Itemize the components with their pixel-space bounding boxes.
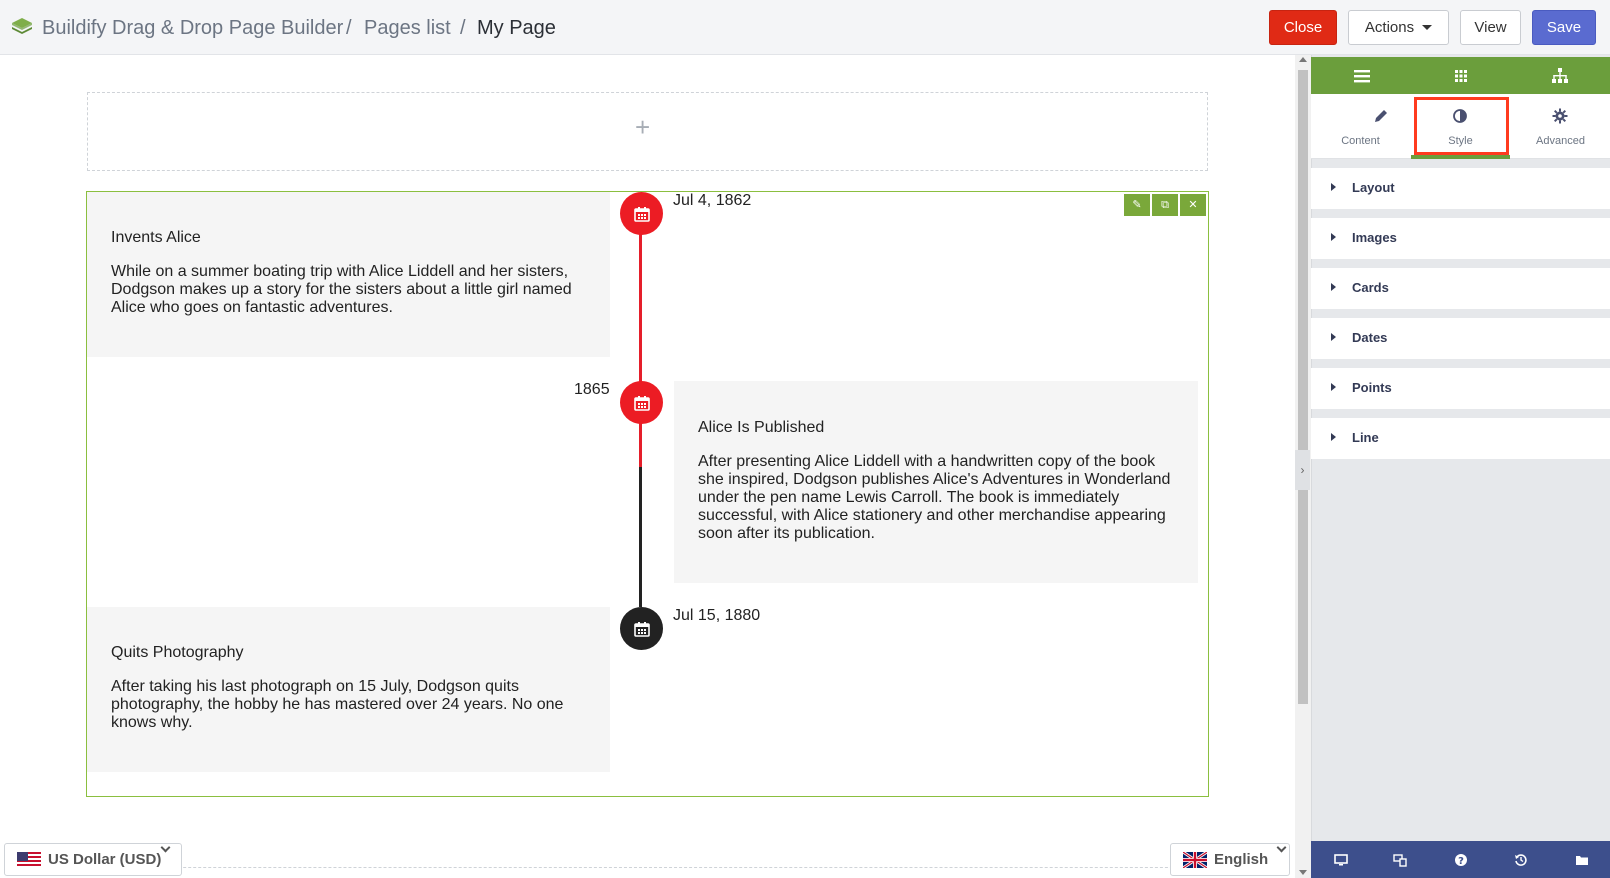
section-layout-label: Layout (1352, 180, 1395, 195)
caret-right-icon (1331, 183, 1336, 191)
menu-icon[interactable] (1353, 67, 1371, 85)
calendar-icon (633, 395, 650, 411)
section-images-label: Images (1352, 230, 1397, 245)
edit-widget-pencil-icon[interactable]: ✎ (1124, 194, 1150, 216)
breadcrumb-pages-list[interactable]: Pages list (364, 16, 451, 40)
help-icon[interactable]: ? (1454, 853, 1468, 867)
section-layout[interactable]: Layout (1311, 168, 1610, 209)
breadcrumb-current-page: My Page (477, 17, 556, 39)
timeline-line-progress (639, 234, 642, 467)
section-line-label: Line (1352, 430, 1379, 445)
caret-right-icon (1331, 233, 1336, 241)
save-button-label: Save (1546, 19, 1582, 36)
widget-edit-toolbar: ✎ ⧉ ✕ (1124, 194, 1206, 216)
uk-flag-icon (1183, 852, 1207, 868)
chevron-down-icon (1276, 842, 1287, 853)
actions-button-label: Actions (1364, 19, 1415, 36)
chevron-right-icon: › (1300, 463, 1305, 477)
svg-text:?: ? (1458, 856, 1464, 867)
tab-content-label: Content (1341, 135, 1380, 147)
timeline-date: Jul 4, 1862 (673, 192, 752, 209)
timeline-line (639, 467, 642, 607)
section-dates[interactable]: Dates (1311, 318, 1610, 359)
save-button[interactable]: Save (1532, 10, 1596, 45)
gear-icon (1552, 108, 1568, 124)
caret-right-icon (1331, 333, 1336, 341)
timeline-point (620, 607, 663, 650)
close-button[interactable]: Close (1269, 10, 1337, 45)
delete-widget-icon[interactable]: ✕ (1180, 194, 1206, 216)
sitemap-icon[interactable] (1551, 67, 1569, 85)
caret-down-icon (1422, 25, 1433, 30)
section-points[interactable]: Points (1311, 368, 1610, 409)
section-points-label: Points (1352, 380, 1392, 395)
timeline-card-title: Alice Is Published (698, 419, 825, 436)
timeline-card-text: After taking his last photograph on 15 J… (111, 678, 564, 731)
duplicate-widget-icon[interactable]: ⧉ (1152, 194, 1178, 216)
widgets-grid-icon[interactable] (1452, 67, 1470, 85)
caret-right-icon (1331, 383, 1336, 391)
tab-advanced[interactable]: Advanced (1511, 94, 1610, 159)
language-select[interactable]: English (1170, 842, 1290, 876)
timeline-card-title: Quits Photography (111, 644, 244, 661)
layers-logo-icon (12, 18, 32, 34)
language-select-label: English (1214, 851, 1269, 868)
breadcrumb-separator: / (460, 17, 466, 39)
section-images[interactable]: Images (1311, 218, 1610, 259)
timeline-date: 1865 (574, 381, 610, 398)
calendar-icon (633, 206, 650, 222)
active-tab-indicator (1411, 155, 1510, 159)
timeline-point (620, 192, 663, 235)
currency-select-label: US Dollar (USD) (48, 851, 162, 868)
section-dates-label: Dates (1352, 330, 1388, 345)
caret-right-icon (1331, 283, 1336, 291)
timeline-date: Jul 15, 1880 (673, 607, 761, 624)
scrollbar-thumb[interactable] (1298, 70, 1308, 704)
chevron-down-icon (160, 842, 171, 853)
panel-footer: ? (1311, 841, 1610, 878)
timeline-card-text: While on a summer boating trip with Alic… (111, 263, 572, 316)
scroll-up-arrow-icon[interactable] (1299, 57, 1307, 62)
actions-dropdown-button[interactable]: Actions (1348, 10, 1449, 45)
panel-header (1311, 57, 1610, 94)
close-button-label: Close (1283, 19, 1323, 36)
folder-icon[interactable] (1575, 853, 1589, 867)
pencil-icon (1375, 110, 1387, 122)
caret-right-icon (1331, 433, 1336, 441)
us-flag-icon (17, 852, 41, 868)
timeline-card-text: After presenting Alice Liddell with a ha… (698, 453, 1171, 542)
responsive-icon[interactable] (1393, 853, 1407, 867)
add-section-area[interactable] (78, 867, 1218, 868)
section-cards[interactable]: Cards (1311, 268, 1610, 309)
section-line[interactable]: Line (1311, 418, 1610, 459)
history-icon[interactable] (1514, 853, 1528, 867)
calendar-icon (633, 621, 650, 637)
section-cards-label: Cards (1352, 280, 1389, 295)
currency-select[interactable]: US Dollar (USD) (4, 842, 182, 876)
view-button-label: View (1474, 19, 1507, 36)
view-button[interactable]: View (1460, 10, 1521, 45)
scroll-down-arrow-icon[interactable] (1299, 870, 1307, 875)
tab-advanced-label: Advanced (1536, 135, 1585, 147)
breadcrumb-separator: / (346, 17, 352, 39)
breadcrumb-app[interactable]: Buildify Drag & Drop Page Builder (42, 16, 343, 40)
add-section-plus-icon[interactable]: + (635, 114, 650, 140)
timeline-card-title: Invents Alice (111, 229, 201, 246)
timeline-point (620, 381, 663, 424)
highlight-box (1414, 97, 1509, 155)
tab-content[interactable]: Content (1311, 94, 1410, 159)
desktop-icon[interactable] (1334, 853, 1348, 867)
panel-collapse-handle[interactable]: › (1295, 450, 1310, 490)
